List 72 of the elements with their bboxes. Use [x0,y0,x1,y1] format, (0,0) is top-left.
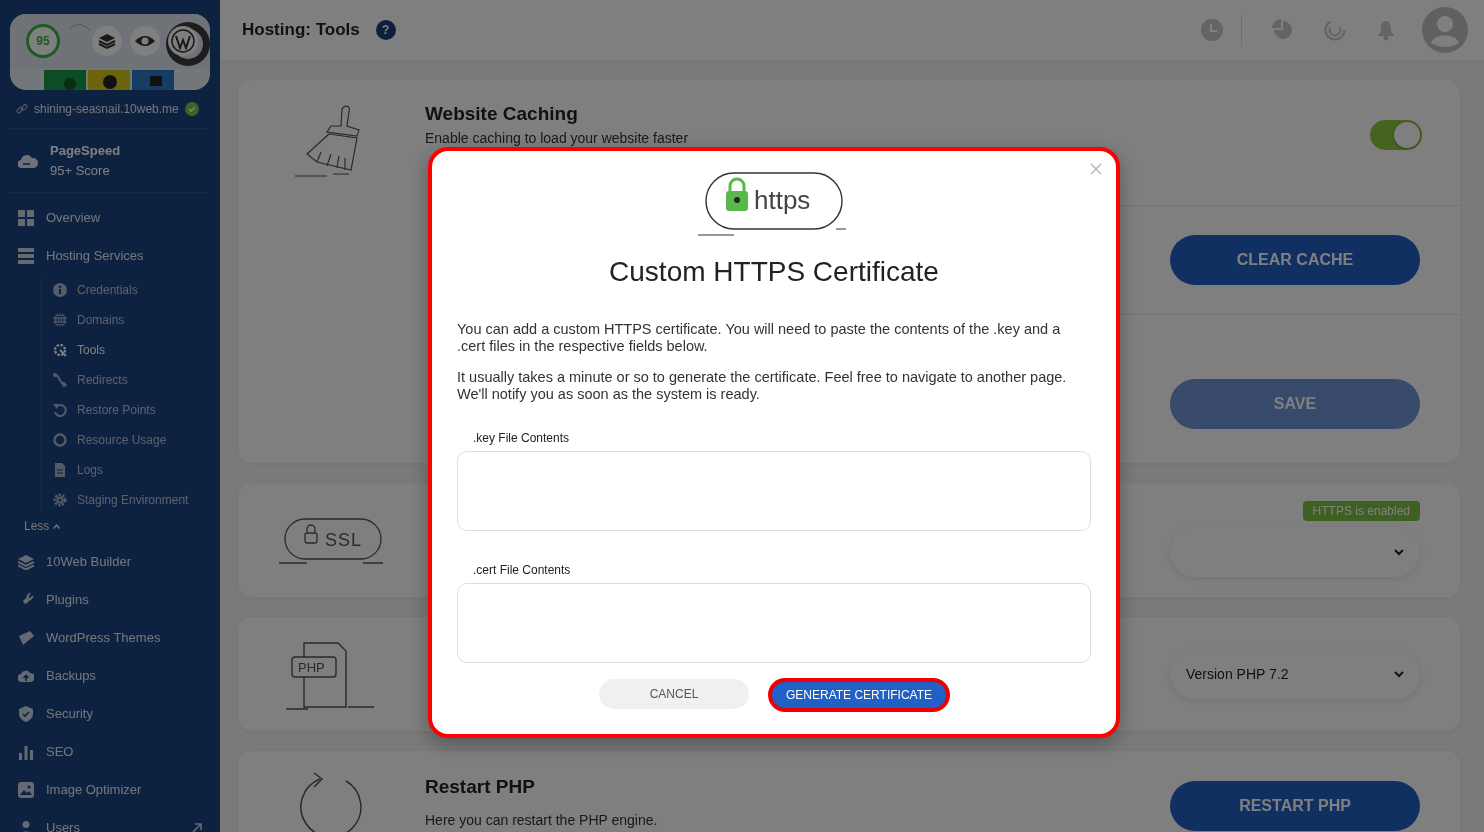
certificate-input-field[interactable] [457,583,1091,663]
chevron-down-icon [1394,670,1404,678]
help-button[interactable]: ? [375,20,396,40]
section-description: Enable caching to load your website faster [425,129,689,146]
ring-icon [53,433,67,447]
avatar-icon[interactable] [1422,7,1468,53]
site-url[interactable]: shining-seasnail.10web.me [34,100,179,118]
bell-icon[interactable] [1376,19,1396,41]
sidebar-item[interactable]: Security [10,695,210,733]
bar-chart-icon [18,744,34,760]
sidebar-subitem[interactable]: Resource Usage [41,425,210,455]
cloud-upload-icon [18,668,34,684]
pagespeed-score: 95+ Score [50,161,111,180]
section-description: Here you can restart the PHP engine. [425,810,658,830]
section-title: Website Caching [425,102,579,126]
dialog-text: It usually takes a minute or so to generate the certificate. Feel free to navigate to another page. We'll notify you as soon as the system is ready. [457,369,1068,403]
image-icon [18,782,34,798]
section-title: Restart PHP [425,775,536,799]
sidebar-subitem[interactable]: Staging Environment [41,485,210,515]
eye-icon[interactable] [130,26,160,56]
wordpress-icon[interactable] [168,26,198,56]
cloud-speed-icon [18,152,38,169]
field-label: .key File Contents [473,430,571,447]
sidebar-item[interactable]: WordPress Themes [10,619,210,657]
restore-icon [53,403,67,417]
sidebar-subitem[interactable]: Credentials [41,275,210,305]
sidebar-item[interactable]: Image Optimizer [10,771,210,809]
sidebar-subitem[interactable]: Tools [41,335,210,365]
sidebar-subitem[interactable]: Redirects [41,365,210,395]
close-icon[interactable] [1090,163,1102,175]
status-badge: HTTPS is enabled [1302,501,1420,521]
gear-icon [53,493,67,507]
field-label: .cert File Contents [473,562,572,579]
sidebar-item[interactable]: Backups [10,657,210,695]
collapse-link[interactable]: Less [24,517,61,535]
sidebar-subitem[interactable]: Domains [41,305,210,335]
restart-php-button[interactable]: RESTART PHP [1170,781,1420,831]
sidebar-item[interactable]: 10Web Builder [10,543,210,581]
sidebar-item[interactable]: Plugins [10,581,210,619]
chevron-down-icon [1394,548,1404,556]
save-button: SAVE [1170,379,1420,429]
redirect-icon [53,373,67,387]
sidebar-item[interactable]: SEO [10,733,210,771]
cancel-button[interactable]: CANCEL [599,679,749,709]
info-icon [53,283,67,297]
server-icon [18,248,34,264]
sidebar-item[interactable]: Overview [10,199,210,237]
sidebar-item[interactable]: Hosting Services [10,237,210,275]
sidebar-item[interactable]: Users [10,809,210,832]
globe-icon [53,313,67,327]
toggle-switch[interactable] [1370,120,1422,150]
dialog-title: Custom HTTPS Certificate [608,255,940,289]
layers-icon[interactable] [92,26,122,56]
shield-icon [18,706,34,722]
clock-icon[interactable] [1201,19,1223,41]
dialog-text: You can add a custom HTTPS certificate. You will need to paste the contents of the .key and a .cert files in the respective fields below. [457,321,1062,355]
php-version-dropdown[interactable]: Version PHP 7.2 [1170,649,1420,699]
clear-cache-button[interactable]: CLEAR CACHE [1170,235,1420,285]
pagespeed-title: PageSpeed [50,142,121,160]
spinner-icon[interactable] [1324,19,1346,41]
php-file-drawing: PHP [281,637,382,713]
page-title: Hosting: Tools [242,19,360,42]
caret-up-icon [53,523,61,529]
sidebar-subitem[interactable]: Logs [41,455,210,485]
pie-chart-icon[interactable] [1272,19,1294,41]
layers-icon [18,554,34,570]
document-icon [53,463,67,477]
certificate-input-field[interactable] [457,451,1091,531]
generate-certificate-button[interactable]: GENERATE CERTIFICATE [769,679,949,711]
link-icon [16,103,28,115]
overview-grid-icon [18,210,34,226]
sidebar-subitem[interactable]: Restore Points [41,395,210,425]
